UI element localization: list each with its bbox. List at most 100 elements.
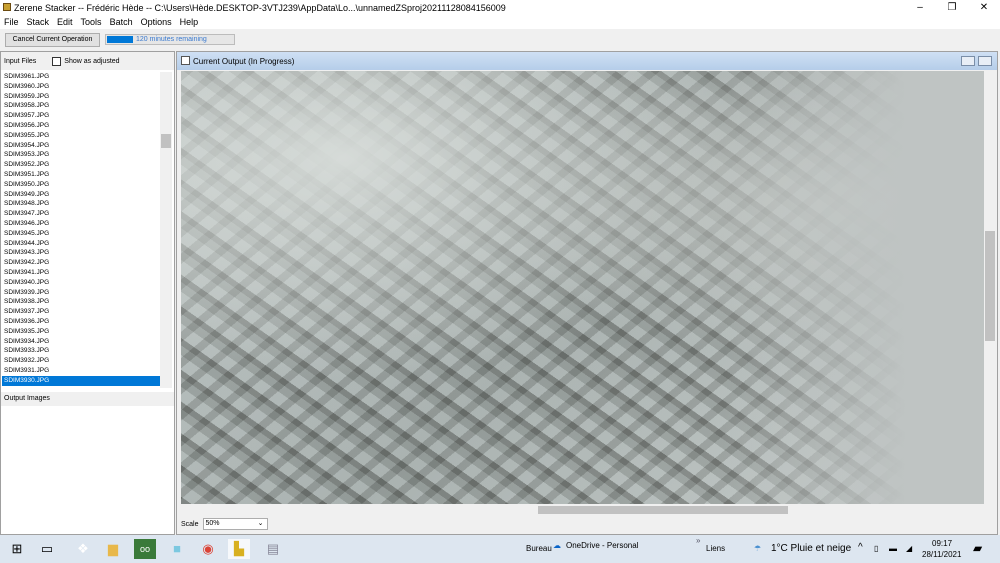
image-vertical-scrollbar[interactable] bbox=[984, 71, 996, 504]
file-list-item[interactable]: SDIM3961.JPG bbox=[2, 72, 160, 82]
file-list-item[interactable]: SDIM3931.JPG bbox=[2, 366, 160, 376]
scale-value: 50% bbox=[205, 520, 220, 527]
file-list-item[interactable]: SDIM3952.JPG bbox=[2, 160, 160, 170]
file-list-scrollbar[interactable] bbox=[160, 72, 172, 388]
chrome-icon[interactable]: ◉ bbox=[197, 539, 219, 559]
file-list-item[interactable]: SDIM3933.JPG bbox=[2, 346, 160, 356]
progress-label: 120 minutes remaining bbox=[136, 36, 207, 43]
file-list-item[interactable]: SDIM3959.JPG bbox=[2, 92, 160, 102]
file-list-item[interactable]: SDIM3954.JPG bbox=[2, 141, 160, 151]
bureau-toolbar[interactable]: Bureau bbox=[526, 544, 552, 553]
maximize-button[interactable]: ❐ bbox=[937, 0, 967, 15]
show-adjusted-checkbox[interactable] bbox=[52, 56, 62, 66]
output-frame-icon bbox=[181, 56, 190, 65]
weather-text[interactable]: 1°C Pluie et neige bbox=[771, 543, 851, 554]
clock-time[interactable]: 09:17 bbox=[932, 539, 952, 548]
file-list-item[interactable]: SDIM3947.JPG bbox=[2, 209, 160, 219]
file-list-item[interactable]: SDIM3953.JPG bbox=[2, 150, 160, 160]
file-list-item[interactable]: SDIM3938.JPG bbox=[2, 297, 160, 307]
minimize-frame-button[interactable] bbox=[961, 56, 975, 66]
windows-start-icon[interactable]: ⊞ bbox=[6, 539, 28, 559]
cancel-operation-button[interactable]: Cancel Current Operation bbox=[5, 33, 100, 47]
progress-fill bbox=[107, 36, 133, 43]
file-list-item[interactable]: SDIM3950.JPG bbox=[2, 180, 160, 190]
menu-stack[interactable]: Stack bbox=[23, 15, 54, 29]
dropbox-icon[interactable]: ❖ bbox=[72, 539, 94, 559]
file-list-item[interactable]: SDIM3940.JPG bbox=[2, 278, 160, 288]
progress-bar: 120 minutes remaining bbox=[105, 34, 235, 45]
file-list-item[interactable]: SDIM3937.JPG bbox=[2, 307, 160, 317]
photo-app-icon[interactable]: ▤ bbox=[262, 539, 284, 559]
file-list-item[interactable]: SDIM3930.JPG bbox=[2, 375, 160, 386]
file-list-item[interactable]: SDIM3944.JPG bbox=[2, 239, 160, 249]
minimize-button[interactable]: – bbox=[905, 0, 935, 15]
file-list-item[interactable]: SDIM3956.JPG bbox=[2, 121, 160, 131]
menu-tools[interactable]: Tools bbox=[77, 15, 106, 29]
file-list-item[interactable]: SDIM3949.JPG bbox=[2, 190, 160, 200]
toolbar-chevron[interactable]: » bbox=[696, 536, 700, 545]
file-list-item[interactable]: SDIM3960.JPG bbox=[2, 82, 160, 92]
cube-app-icon[interactable]: ■ bbox=[166, 539, 188, 559]
file-list-item[interactable]: SDIM3955.JPG bbox=[2, 131, 160, 141]
menu-edit[interactable]: Edit bbox=[53, 15, 77, 29]
file-list-item[interactable]: SDIM3932.JPG bbox=[2, 356, 160, 366]
file-list-item[interactable]: SDIM3934.JPG bbox=[2, 337, 160, 347]
scrollbar-thumb[interactable] bbox=[161, 134, 171, 148]
scrollbar-thumb[interactable] bbox=[538, 506, 788, 514]
file-explorer-icon[interactable]: ▆ bbox=[102, 539, 124, 559]
battery-icon[interactable]: ▬ bbox=[889, 544, 897, 553]
weather-icon: ☂ bbox=[754, 544, 762, 553]
output-image[interactable] bbox=[181, 71, 984, 504]
output-images-label: Output Images bbox=[1, 392, 174, 406]
app-icon bbox=[3, 3, 11, 11]
file-list-item[interactable]: SDIM3948.JPG bbox=[2, 199, 160, 209]
chevron-down-icon: ⌄ bbox=[257, 520, 264, 527]
file-list-item[interactable]: SDIM3939.JPG bbox=[2, 288, 160, 298]
title-bar: Zerene Stacker -- Frédéric Hède -- C:\Us… bbox=[0, 0, 1000, 15]
liens-toolbar[interactable]: Liens bbox=[706, 544, 725, 553]
menu-options[interactable]: Options bbox=[137, 15, 176, 29]
file-list-item[interactable]: SDIM3935.JPG bbox=[2, 327, 160, 337]
file-list-item[interactable]: SDIM3957.JPG bbox=[2, 111, 160, 121]
notification-icon[interactable]: ▰ bbox=[973, 541, 982, 555]
file-list-item[interactable]: SDIM3958.JPG bbox=[2, 101, 160, 111]
toolbar: Cancel Current Operation 120 minutes rem… bbox=[0, 29, 1000, 49]
left-pane: Input Files Show as adjusted SDIM3961.JP… bbox=[0, 51, 175, 535]
output-title: Current Output (In Progress) bbox=[193, 56, 295, 66]
output-pane: Current Output (In Progress) Scale 50% ⌄ bbox=[176, 51, 998, 535]
input-files-header: Input Files Show as adjusted bbox=[1, 52, 174, 70]
zerene-stacker-icon[interactable]: ▙ bbox=[228, 539, 250, 559]
onedrive-label[interactable]: OneDrive - Personal bbox=[566, 541, 638, 550]
menu-batch[interactable]: Batch bbox=[106, 15, 137, 29]
file-list-item[interactable]: SDIM3943.JPG bbox=[2, 248, 160, 258]
taskbar: ⊞ ▭ ❖ ▆ oo ■ ◉ ▙ ▤ Bureau ☁ OneDrive - P… bbox=[0, 535, 1000, 563]
file-list-item[interactable]: SDIM3951.JPG bbox=[2, 170, 160, 180]
show-hidden-icons-chevron-icon[interactable]: ^ bbox=[858, 542, 863, 553]
show-adjusted-label: Show as adjusted bbox=[64, 57, 120, 65]
window-title: Zerene Stacker -- Frédéric Hède -- C:\Us… bbox=[14, 2, 506, 13]
wifi-icon[interactable]: ◢ bbox=[906, 544, 912, 553]
task-view-icon[interactable]: ▭ bbox=[36, 539, 58, 559]
meet-icon[interactable]: ▯ bbox=[874, 544, 878, 553]
menu-help[interactable]: Help bbox=[176, 15, 203, 29]
output-title-bar: Current Output (In Progress) bbox=[177, 52, 997, 70]
input-file-list: SDIM3961.JPG SDIM3960.JPG SDIM3959.JPG SDIM… bbox=[2, 72, 160, 388]
menu-file[interactable]: File bbox=[0, 15, 23, 29]
scale-select[interactable]: 50% ⌄ bbox=[202, 518, 268, 530]
image-horizontal-scrollbar[interactable] bbox=[181, 504, 984, 516]
menu-bar: File Stack Edit Tools Batch Options Help bbox=[0, 15, 1000, 29]
input-files-label: Input Files bbox=[4, 57, 37, 65]
clock-date[interactable]: 28/11/2021 bbox=[922, 550, 961, 559]
file-list-item[interactable]: SDIM3941.JPG bbox=[2, 268, 160, 278]
scale-label: Scale bbox=[181, 520, 199, 528]
onedrive-icon: ☁ bbox=[553, 541, 561, 550]
file-list-item[interactable]: SDIM3942.JPG bbox=[2, 258, 160, 268]
tripadvisor-icon[interactable]: oo bbox=[134, 539, 156, 559]
file-list-item[interactable]: SDIM3936.JPG bbox=[2, 317, 160, 327]
scale-control: Scale 50% ⌄ bbox=[181, 518, 268, 530]
close-button[interactable]: ✕ bbox=[969, 0, 999, 15]
scrollbar-thumb[interactable] bbox=[985, 231, 995, 341]
file-list-item[interactable]: SDIM3945.JPG bbox=[2, 229, 160, 239]
maximize-frame-button[interactable] bbox=[978, 56, 992, 66]
file-list-item[interactable]: SDIM3946.JPG bbox=[2, 219, 160, 229]
